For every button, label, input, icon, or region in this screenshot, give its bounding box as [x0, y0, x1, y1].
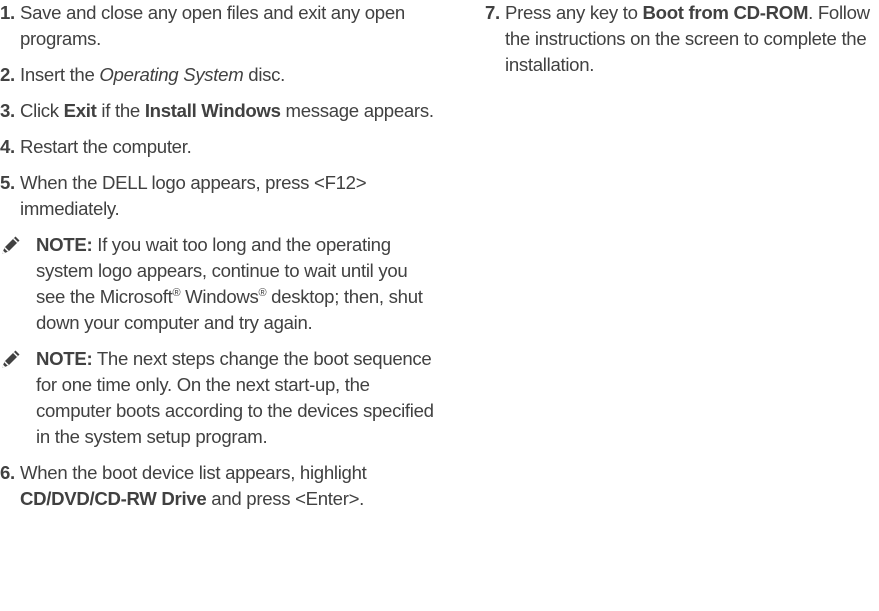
step-number: 6. — [0, 462, 15, 483]
step-text: When the boot device list appears, highl… — [20, 460, 440, 512]
note-title: NOTE: — [36, 348, 93, 369]
text-segment: Click — [20, 100, 64, 121]
pencil-note-icon — [1, 235, 21, 255]
text-segment: message appears. — [280, 100, 434, 121]
text-segment: and press <Enter>. — [206, 488, 365, 509]
note-1: NOTE: If you wait too long and the opera… — [0, 232, 440, 336]
boot-option-label: Boot from CD-ROM — [642, 2, 809, 23]
step-number: 4. — [0, 136, 15, 157]
step-number: 1. — [0, 2, 15, 23]
disc-name: Operating System — [99, 64, 244, 85]
text-segment: When the boot device list appears, highl… — [20, 462, 367, 483]
step-2: 2. Insert the Operating System disc. — [0, 62, 440, 88]
note-text: Windows — [180, 286, 259, 307]
step-5: 5. When the DELL logo appears, press <F1… — [0, 170, 440, 222]
drive-label: CD/DVD/CD-RW Drive — [20, 488, 207, 509]
step-number: 5. — [0, 172, 15, 193]
text-segment: disc. — [243, 64, 286, 85]
step-text: Save and close any open files and exit a… — [20, 2, 405, 49]
note-title: NOTE: — [36, 234, 93, 255]
note-2: NOTE: The next steps change the boot seq… — [0, 346, 440, 450]
text-segment: Press any key to — [505, 2, 643, 23]
step-text: Restart the computer. — [20, 136, 192, 157]
text-segment: if the — [96, 100, 145, 121]
step-7: 7. Press any key to Boot from CD-ROM. Fo… — [485, 0, 879, 78]
step-number: 7. — [485, 2, 500, 23]
step-text: Insert the Operating System disc. — [20, 62, 440, 88]
exit-label: Exit — [63, 100, 97, 121]
step-number: 3. — [0, 100, 15, 121]
right-column: 7. Press any key to Boot from CD-ROM. Fo… — [485, 0, 879, 88]
step-6: 6. When the boot device list appears, hi… — [0, 460, 440, 512]
step-number: 2. — [0, 64, 15, 85]
text-segment: Insert the — [20, 64, 100, 85]
step-3: 3. Click Exit if the Install Windows mes… — [0, 98, 440, 124]
note-text: The next steps change the boot sequence … — [36, 348, 434, 447]
pencil-note-icon — [1, 349, 21, 369]
step-1: 1. Save and close any open files and exi… — [0, 0, 440, 52]
step-text: Click Exit if the Install Windows messag… — [20, 98, 440, 124]
install-windows-label: Install Windows — [144, 100, 281, 121]
step-text: When the DELL logo appears, press <F12> … — [20, 172, 367, 219]
left-column: 1. Save and close any open files and exi… — [0, 0, 440, 522]
step-text: Press any key to Boot from CD-ROM. Follo… — [505, 0, 879, 78]
step-4: 4. Restart the computer. — [0, 134, 440, 160]
